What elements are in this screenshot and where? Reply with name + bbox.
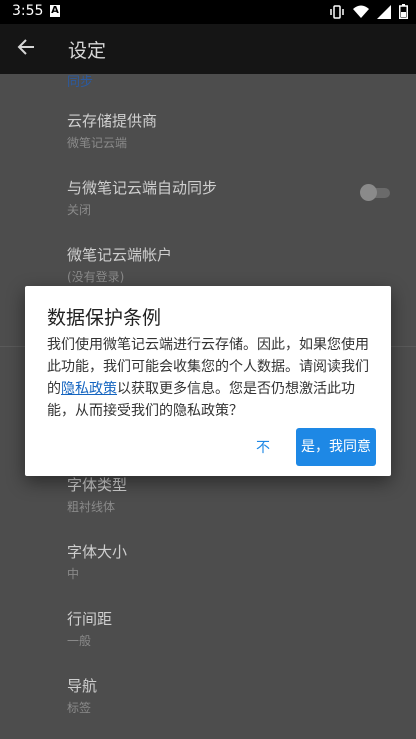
pref-auto-sync[interactable]: 与微笔记云端自动同步 关闭 — [67, 177, 217, 218]
dialog-message: 我们使用微笔记云端进行云存储。因此，如果您使用此功能，我们可能会收集您的个人数据… — [47, 334, 373, 422]
pref-summary: 标签 — [67, 701, 92, 715]
pref-font-size[interactable]: 字体大小 中 — [67, 541, 127, 582]
dialog-title: 数据保护条例 — [47, 307, 162, 329]
pref-summary: 微笔记云端 — [67, 136, 128, 150]
vibrate-icon — [330, 4, 344, 19]
toolbar: 设定 — [0, 24, 416, 74]
auto-sync-toggle[interactable] — [360, 184, 390, 201]
pref-summary: 一般 — [67, 634, 92, 648]
pref-navigation[interactable]: 导航 标签 — [67, 675, 97, 716]
pref-title: 与微笔记云端自动同步 — [67, 179, 218, 197]
pref-title: 导航 — [67, 677, 98, 695]
page-title: 设定 — [68, 40, 107, 62]
wifi-icon — [353, 5, 369, 18]
pref-title: 微笔记云端帐户 — [67, 246, 173, 264]
decline-button[interactable]: 不 — [249, 429, 277, 467]
pref-cloud-account[interactable]: 微笔记云端帐户 (没有登录) — [67, 244, 172, 285]
pref-font-type[interactable]: 字体类型 粗衬线体 — [67, 474, 127, 515]
pref-summary: 中 — [67, 567, 80, 581]
pref-summary: 粗衬线体 — [67, 500, 116, 514]
section-header-sync: 同步 — [67, 75, 94, 90]
pref-title: 字体大小 — [67, 543, 128, 561]
data-protection-dialog: 数据保护条例 我们使用微笔记云端进行云存储。因此，如果您使用此功能，我们可能会收… — [25, 286, 391, 476]
back-arrow-icon[interactable] — [16, 37, 36, 57]
pref-title: 行间距 — [67, 610, 113, 628]
toggle-thumb — [360, 184, 377, 201]
pref-title: 字体类型 — [67, 476, 128, 494]
accept-button[interactable]: 是，我同意 — [296, 428, 376, 466]
pref-summary: 关闭 — [67, 203, 92, 217]
battery-icon — [399, 4, 408, 19]
pref-line-spacing[interactable]: 行间距 一般 — [67, 608, 112, 649]
signal-icon — [377, 4, 391, 19]
status-icons — [329, 4, 408, 19]
status-time: 3:55 — [12, 3, 44, 19]
privacy-policy-link[interactable]: 隐私政策 — [61, 381, 117, 397]
pref-summary: (没有登录) — [67, 270, 125, 284]
notification-a-icon: A — [50, 5, 60, 17]
status-bar: 3:55 A — [0, 0, 416, 24]
pref-cloud-provider[interactable]: 云存储提供商 微笔记云端 — [67, 110, 157, 151]
pref-title: 云存储提供商 — [67, 112, 158, 130]
